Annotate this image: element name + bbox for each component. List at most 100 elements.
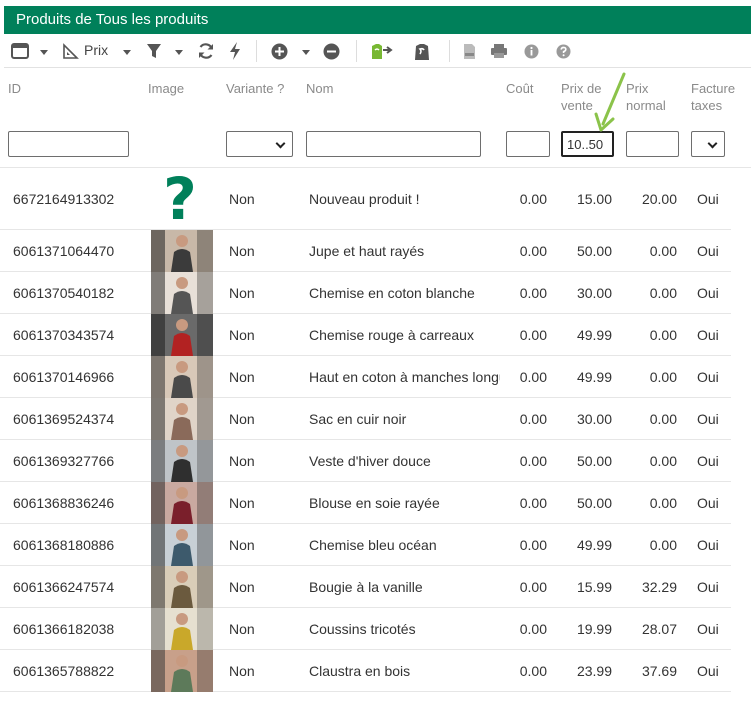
cell-variante: Non — [229, 190, 255, 207]
window-title-bar: Produits de Tous les produits — [4, 6, 751, 34]
filter-variante-select[interactable] — [226, 131, 293, 157]
table-row[interactable]: 6061370540182 Non Chemise en coton blanche… — [0, 272, 731, 314]
cell-cout: 0.00 — [519, 284, 547, 301]
cell-id: 6061371064470 — [13, 242, 115, 259]
cell-variante: Non — [229, 662, 255, 679]
cell-nom: Bougie à la vanille — [309, 578, 423, 595]
cell-prix-vente: 50.00 — [576, 242, 612, 259]
filter-prix-normal-input[interactable] — [626, 131, 679, 157]
view-menu-chevron-down-icon[interactable] — [40, 50, 48, 55]
cell-prix-vente: 15.99 — [576, 578, 612, 595]
cell-prix-normal: 37.69 — [641, 662, 677, 679]
table-row[interactable]: 6061366182038 Non Coussins tricotés 0.00 19.… — [0, 608, 731, 650]
column-header-facture-line2: taxes — [691, 98, 723, 113]
cell-prix-normal: 0.00 — [649, 242, 677, 259]
add-menu-chevron-down-icon[interactable] — [302, 50, 310, 55]
table-row[interactable]: 6061369524374 Non Sac en cuir noir 0.00 30.0… — [0, 398, 731, 440]
print-icon[interactable] — [489, 41, 509, 61]
sort-field-chevron-down-icon[interactable] — [123, 50, 131, 55]
toolbar-separator — [356, 40, 357, 62]
cell-variante: Non — [229, 284, 255, 301]
column-header-variante[interactable]: Variante ? — [226, 80, 284, 97]
column-header-facture-taxes[interactable]: Facture taxes — [691, 80, 735, 114]
product-thumbnail[interactable] — [151, 398, 213, 440]
sort-field-label[interactable]: Prix — [84, 42, 108, 58]
lightning-icon[interactable] — [227, 41, 243, 61]
table-row[interactable]: 6672164913302? Non Nouveau produit ! 0.00 15… — [0, 168, 731, 230]
info-icon[interactable] — [522, 41, 540, 61]
cell-prix-normal: 0.00 — [649, 452, 677, 469]
table-header: ID Image Variante ? Nom Coût Prix de ven… — [0, 68, 751, 168]
table-row[interactable]: 6061368180886 Non Chemise bleu océan 0.00 49… — [0, 524, 731, 566]
help-icon[interactable] — [554, 41, 572, 61]
cell-id: 6061366247574 — [13, 578, 115, 595]
cell-cout: 0.00 — [519, 326, 547, 343]
column-header-image[interactable]: Image — [148, 80, 184, 97]
product-thumbnail[interactable] — [151, 524, 213, 566]
shopify-icon[interactable] — [413, 41, 431, 61]
cell-prix-normal: 28.07 — [641, 620, 677, 637]
cell-nom: Coussins tricotés — [309, 620, 416, 637]
cell-nom: Chemise en coton blanche — [309, 284, 475, 301]
column-header-prix-normal-line1: Prix — [626, 81, 649, 96]
ruler-icon[interactable] — [62, 41, 80, 61]
cell-id: 6061368836246 — [13, 494, 115, 511]
cell-facture-taxes: Oui — [697, 578, 719, 595]
filter-nom-input[interactable] — [306, 131, 481, 157]
table-row[interactable]: 6061365788822 Non Claustra en bois 0.00 23.9… — [0, 650, 731, 692]
cell-id: 6061369524374 — [13, 410, 115, 427]
table-row[interactable]: 6061368836246 Non Blouse en soie rayée 0.00… — [0, 482, 731, 524]
refresh-icon[interactable] — [196, 41, 216, 61]
shopify-export-icon[interactable] — [370, 41, 394, 61]
cell-prix-vente: 19.99 — [576, 620, 612, 637]
column-header-prix-normal[interactable]: Prix normal — [626, 80, 666, 114]
cell-nom: Veste d'hiver douce — [309, 452, 431, 469]
cell-prix-vente: 23.99 — [576, 662, 612, 679]
cell-prix-vente: 49.99 — [576, 536, 612, 553]
table-row[interactable]: 6061366247574 Non Bougie à la vanille 0.00 1… — [0, 566, 731, 608]
product-thumbnail[interactable] — [151, 608, 213, 650]
cell-nom: Jupe et haut rayés — [309, 242, 425, 259]
column-header-nom[interactable]: Nom — [306, 80, 333, 97]
cell-variante: Non — [229, 368, 255, 385]
cell-cout: 0.00 — [519, 452, 547, 469]
cell-facture-taxes: Oui — [697, 326, 719, 343]
cell-facture-taxes: Oui — [697, 494, 719, 511]
product-thumbnail[interactable] — [151, 356, 213, 398]
product-thumbnail[interactable] — [151, 230, 213, 272]
cell-cout: 0.00 — [519, 242, 547, 259]
cell-prix-normal: 0.00 — [649, 410, 677, 427]
table-row[interactable]: 6061369327766 Non Veste d'hiver douce 0.00 5… — [0, 440, 731, 482]
filter-facture-select[interactable] — [691, 131, 725, 157]
filter-cout-input[interactable] — [506, 131, 550, 157]
product-thumbnail[interactable] — [151, 272, 213, 314]
filter-id-input[interactable] — [8, 131, 129, 157]
column-header-cout[interactable]: Coût — [506, 80, 533, 97]
filter-menu-chevron-down-icon[interactable] — [175, 50, 183, 55]
remove-circle-icon[interactable] — [322, 41, 340, 61]
column-header-id[interactable]: ID — [8, 80, 21, 97]
filter-prix-vente-input[interactable] — [561, 131, 614, 157]
cell-cout: 0.00 — [519, 578, 547, 595]
product-thumbnail[interactable] — [151, 314, 213, 356]
cell-facture-taxes: Oui — [697, 190, 719, 207]
filter-icon[interactable] — [145, 41, 163, 61]
cell-facture-taxes: Oui — [697, 452, 719, 469]
cell-nom: Blouse en soie rayée — [309, 494, 440, 511]
product-thumbnail[interactable] — [151, 440, 213, 482]
table-row[interactable]: 6061370146966 Non Haut en coton à manches … — [0, 356, 731, 398]
product-thumbnail[interactable] — [151, 566, 213, 608]
cell-facture-taxes: Oui — [697, 410, 719, 427]
cell-nom: Claustra en bois — [309, 662, 411, 679]
table-row[interactable]: 6061371064470 Non Jupe et haut rayés 0.00 50… — [0, 230, 731, 272]
view-icon[interactable] — [10, 41, 30, 61]
csv-icon[interactable] — [461, 41, 477, 61]
cell-prix-normal: 0.00 — [649, 368, 677, 385]
add-circle-icon[interactable] — [270, 41, 288, 61]
cell-variante: Non — [229, 536, 255, 553]
cell-prix-normal: 32.29 — [641, 578, 677, 595]
annotation-arrow-icon — [594, 72, 626, 132]
table-row[interactable]: 6061370343574 Non Chemise rouge à carreaux… — [0, 314, 731, 356]
product-thumbnail[interactable] — [151, 650, 213, 692]
product-thumbnail[interactable] — [151, 482, 213, 524]
